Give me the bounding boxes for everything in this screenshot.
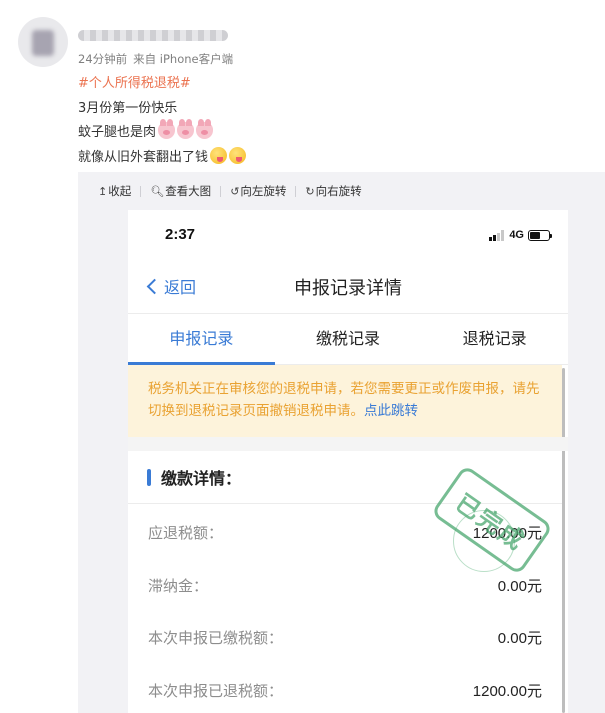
tab-refund-records[interactable]: 退税记录: [421, 314, 568, 364]
yum-face-icon: [229, 147, 247, 164]
detail-row: 本次申报已退税额： 1200.00元: [128, 664, 562, 713]
notice-text: 税务机关正在审核您的退税申请，若您需要更正或作废申报，请先切换到退税记录页面撤销…: [148, 381, 540, 419]
rotate-left-icon: ↺: [230, 184, 240, 198]
yum-face-icon: [210, 147, 228, 164]
detail-label: 应退税额：: [148, 523, 224, 542]
post-source: 来自 iPhone客户端: [133, 52, 234, 66]
detail-label: 本次申报已退税额：: [148, 681, 284, 700]
rotate-left-button[interactable]: ↺ 向左旋转: [230, 183, 286, 199]
post-meta: 24分钟前 来自 iPhone客户端: [78, 51, 233, 67]
post-text: 3月份第一份快乐: [78, 101, 178, 116]
detail-row: 本次申报已缴税额： 0.00元: [128, 611, 562, 663]
chevron-left-icon: [146, 278, 163, 294]
divider: [220, 185, 222, 197]
magnifier-icon: 🔍︎: [150, 184, 165, 198]
tab-bar: 申报记录 缴税记录 退税记录: [128, 313, 568, 365]
post-time[interactable]: 24分钟前: [78, 52, 127, 66]
detail-label: 滞纳金：: [148, 576, 209, 595]
post-text-line: 就像从旧外套翻出了钱: [78, 146, 247, 165]
divider: [295, 185, 297, 197]
post-text: 蚊子腿也是肉: [78, 125, 157, 140]
pig-face-icon: [196, 119, 214, 139]
image-toolbar: ↥ 收起 🔍︎ 查看大图 ↺ 向左旋转 ↻ 向右旋转: [78, 172, 605, 210]
section-gap: [128, 437, 568, 451]
divider: [140, 185, 142, 197]
username-blurred[interactable]: [78, 30, 228, 41]
signal-icon: [489, 229, 505, 241]
scrollbar[interactable]: [562, 368, 565, 713]
avatar-blur: [32, 30, 54, 56]
pig-face-icon: [158, 119, 176, 139]
back-button[interactable]: 返回: [145, 274, 196, 298]
rotate-right-button[interactable]: ↻ 向右旋转: [305, 183, 361, 199]
hashtag-link[interactable]: #个人所得税退税#: [78, 72, 191, 91]
tax-app-screenshot[interactable]: 2:37 4G 申报记录详情 返回 申报记录 缴税记录 退税记录 税务机关正在审…: [128, 210, 568, 713]
detail-value: 1200.00元: [472, 682, 542, 700]
post-text-line: 3月份第一份快乐: [78, 97, 177, 116]
status-icons: 4G: [489, 229, 552, 241]
view-large-button[interactable]: 🔍︎ 查看大图: [150, 183, 211, 199]
review-notice: 税务机关正在审核您的退税申请，若您需要更正或作废申报，请先切换到退税记录页面撤销…: [128, 365, 562, 437]
tab-declaration-records[interactable]: 申报记录: [128, 314, 275, 365]
detail-label: 本次申报已缴税额：: [148, 628, 284, 647]
pig-face-icon: [177, 119, 195, 139]
avatar[interactable]: [18, 17, 68, 67]
network-type: 4G: [509, 229, 524, 241]
arrow-up-icon: ↥: [98, 184, 108, 198]
post-text-line: 蚊子腿也是肉: [78, 119, 214, 140]
collapse-button[interactable]: ↥ 收起: [98, 183, 131, 199]
jump-link[interactable]: 点此跳转: [364, 403, 418, 419]
tab-tax-payment-records[interactable]: 缴税记录: [275, 314, 422, 364]
detail-value: 0.00元: [497, 629, 542, 647]
post-text: 就像从旧外套翻出了钱: [78, 150, 209, 165]
rotate-right-icon: ↻: [305, 184, 315, 198]
detail-value: 0.00元: [497, 577, 542, 595]
status-time: 2:37: [165, 226, 196, 243]
section-title: 缴款详情：: [161, 469, 242, 488]
battery-icon: [528, 229, 552, 241]
section-accent-bar: [147, 468, 151, 486]
